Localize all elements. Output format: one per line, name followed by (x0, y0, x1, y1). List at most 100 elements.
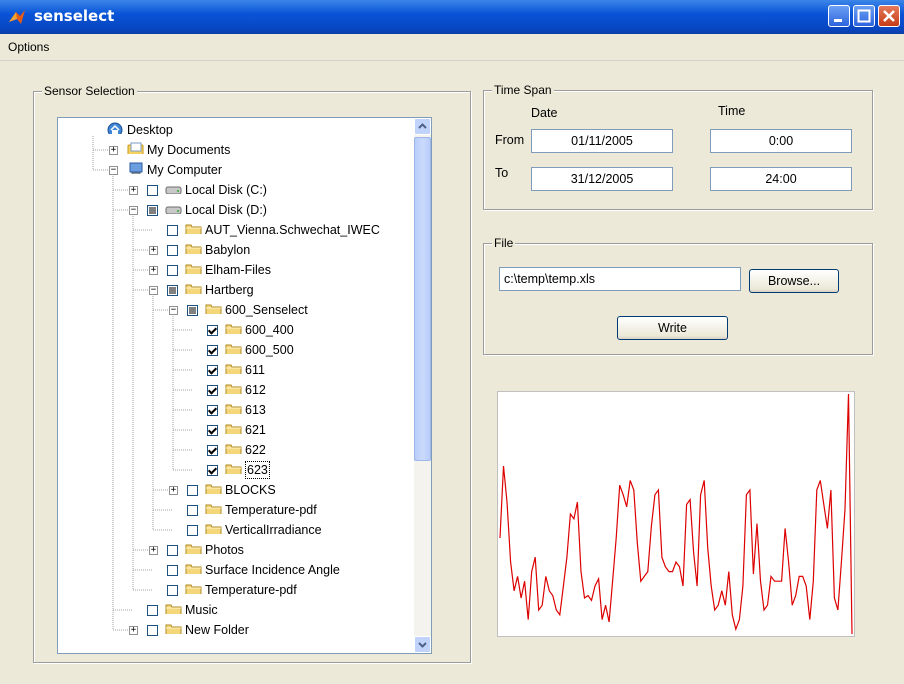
sensor-tree[interactable]: Desktop + My Documents − My Computer + Local D… (57, 117, 432, 654)
node-checkbox[interactable] (167, 225, 178, 236)
collapse-icon[interactable]: − (149, 286, 158, 295)
scroll-thumb[interactable] (414, 137, 431, 461)
tree-node-label: 622 (245, 443, 266, 457)
node-checkbox[interactable] (187, 305, 198, 316)
desktop-icon (107, 122, 123, 134)
tree-node-label: Elham-Files (205, 263, 271, 277)
node-checkbox[interactable] (147, 185, 158, 196)
to-time-field[interactable]: 24:00 (710, 167, 852, 191)
tree-node-label: VerticalIrradiance (225, 523, 322, 537)
maximize-icon (857, 9, 871, 23)
node-checkbox[interactable] (167, 585, 178, 596)
tree-node-label: Hartberg (205, 283, 254, 297)
node-checkbox[interactable] (147, 625, 158, 636)
tree-node-label: 600_400 (245, 323, 294, 337)
plot-canvas (499, 393, 853, 635)
window-title: senselect (34, 7, 115, 25)
from-time-field[interactable]: 0:00 (710, 129, 852, 153)
node-checkbox[interactable] (207, 405, 218, 416)
tree-scrollbar[interactable] (414, 118, 431, 653)
time-span-title: Time Span (492, 83, 554, 97)
tree-node-label: 600_500 (245, 343, 294, 357)
maximize-button[interactable] (853, 5, 875, 27)
expand-icon[interactable]: + (149, 266, 158, 275)
my-documents-icon (127, 142, 144, 154)
node-checkbox[interactable] (187, 505, 198, 516)
node-checkbox[interactable] (207, 465, 218, 476)
node-checkbox[interactable] (167, 245, 178, 256)
write-button[interactable]: Write (617, 316, 728, 340)
tree-node-label: 612 (245, 383, 266, 397)
collapse-icon[interactable]: − (169, 306, 178, 315)
node-checkbox[interactable] (207, 385, 218, 396)
expand-icon[interactable]: + (149, 546, 158, 555)
node-checkbox[interactable] (207, 425, 218, 436)
expand-icon[interactable]: + (129, 186, 138, 195)
folder-icon (205, 504, 222, 514)
folder-icon (225, 424, 242, 434)
date-header: Date (531, 106, 558, 120)
tree-node-label: Temperature-pdf (205, 583, 297, 597)
tree-node-label: Local Disk (D:) (185, 203, 267, 217)
node-checkbox[interactable] (207, 365, 218, 376)
tree-node-label: Temperature-pdf (225, 503, 317, 517)
expand-icon[interactable]: + (149, 246, 158, 255)
expand-icon[interactable]: + (129, 626, 138, 635)
tree-node-label: 611 (245, 363, 265, 377)
from-date-field[interactable]: 01/11/2005 (531, 129, 673, 153)
folder-icon (225, 384, 242, 394)
close-button[interactable] (878, 5, 900, 27)
folder-icon (185, 224, 202, 234)
expand-icon[interactable]: + (169, 486, 178, 495)
file-title: File (492, 236, 516, 250)
sensor-selection-title: Sensor Selection (42, 84, 137, 98)
file-path-field[interactable]: c:\temp\temp.xls (499, 267, 741, 291)
folder-icon (165, 604, 182, 614)
tree-node-label: Babylon (205, 243, 251, 257)
expand-icon[interactable]: + (109, 146, 118, 155)
disk-icon (165, 186, 182, 194)
node-checkbox[interactable] (207, 445, 218, 456)
matlab-icon (9, 10, 25, 24)
tree-node-label: 600_Senselect (225, 303, 308, 317)
node-checkbox[interactable] (187, 525, 198, 536)
node-checkbox[interactable] (167, 565, 178, 576)
my-computer-icon (129, 162, 143, 174)
from-label: From (495, 133, 525, 147)
disk-icon (165, 206, 182, 214)
minimize-button[interactable] (828, 5, 850, 27)
browse-button[interactable]: Browse... (749, 269, 839, 293)
node-checkbox[interactable] (187, 485, 198, 496)
folder-icon (205, 524, 222, 534)
chevron-up-icon (418, 123, 427, 129)
node-checkbox[interactable] (207, 345, 218, 356)
folder-icon (185, 264, 202, 274)
collapse-icon[interactable]: − (129, 206, 138, 215)
node-checkbox[interactable] (167, 265, 178, 276)
tree-node-label: 621 (245, 423, 266, 437)
folder-icon (185, 564, 202, 574)
node-checkbox[interactable] (167, 545, 178, 556)
scroll-up-button[interactable] (414, 118, 431, 135)
folder-icon (205, 304, 222, 314)
collapse-icon[interactable]: − (109, 166, 118, 175)
series-line (499, 393, 853, 635)
node-checkbox[interactable] (167, 285, 178, 296)
to-date-field[interactable]: 31/12/2005 (531, 167, 673, 191)
tree-node-label: 613 (245, 403, 266, 417)
scroll-down-button[interactable] (414, 636, 431, 653)
title-bar: senselect (0, 0, 904, 34)
tree-node-label: AUT_Vienna.Schwechat_IWEC (205, 223, 380, 237)
menu-options[interactable]: Options (8, 40, 49, 54)
folder-icon (185, 584, 202, 594)
tree-node-label: New Folder (185, 623, 249, 637)
folder-icon (225, 464, 242, 474)
folder-icon (225, 444, 242, 454)
tree-node-label: Desktop (127, 123, 173, 137)
node-checkbox[interactable] (207, 325, 218, 336)
node-checkbox[interactable] (147, 605, 158, 616)
node-checkbox[interactable] (147, 205, 158, 216)
tree-node-label: Photos (205, 543, 244, 557)
close-icon (883, 10, 895, 22)
chevron-down-icon (418, 642, 427, 648)
